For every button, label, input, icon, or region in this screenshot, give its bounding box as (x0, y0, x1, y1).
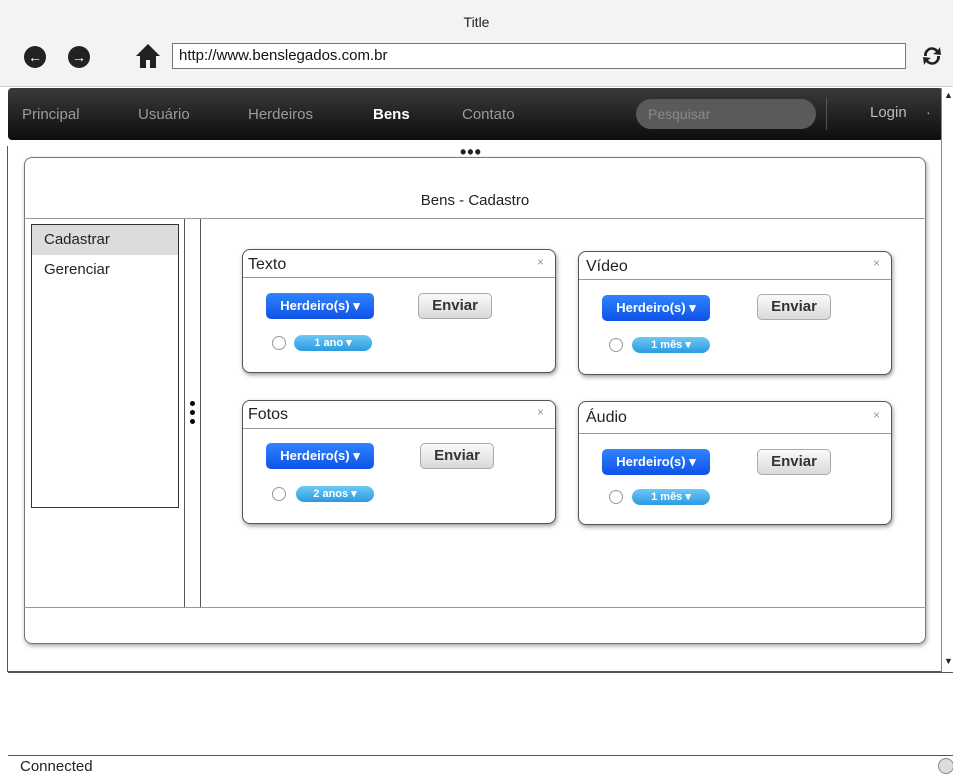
nav-item-bens[interactable]: Bens (373, 106, 410, 123)
clock-icon (272, 336, 286, 350)
send-button[interactable]: Enviar (757, 449, 831, 475)
heirs-dropdown[interactable]: Herdeiro(s) ▾ (602, 449, 710, 475)
card-divider (579, 279, 891, 280)
splitter-right-line (200, 219, 201, 607)
splitter-grip-icon[interactable] (190, 401, 195, 406)
nav-item-usuario[interactable]: Usuário (138, 106, 190, 123)
scroll-down-icon[interactable]: ▼ (944, 656, 953, 666)
card-divider (579, 433, 891, 434)
heirs-dropdown[interactable]: Herdeiro(s) ▾ (602, 295, 710, 321)
heirs-dropdown[interactable]: Herdeiro(s) ▾ (266, 443, 374, 469)
frame-bottom-divider (8, 672, 953, 673)
card-title: Vídeo (586, 258, 628, 275)
period-dropdown[interactable]: 1 mês ▾ (632, 489, 710, 505)
url-input[interactable]: http://www.benslegados.com.br (172, 43, 906, 69)
status-text: Connected (20, 758, 93, 775)
nav-item-herdeiros[interactable]: Herdeiros (248, 106, 313, 123)
card-divider (243, 277, 555, 278)
home-icon[interactable] (134, 42, 162, 70)
send-button[interactable]: Enviar (418, 293, 492, 319)
forward-arrow-icon[interactable]: → (68, 46, 90, 68)
clock-icon (609, 490, 623, 504)
clock-icon (609, 338, 623, 352)
splitter-left-line (184, 219, 185, 607)
nav-item-contato[interactable]: Contato (462, 106, 515, 123)
panel-header-divider (24, 218, 926, 219)
close-icon[interactable]: × (537, 405, 544, 419)
search-input[interactable]: Pesquisar (636, 99, 816, 129)
card-title: Fotos (248, 406, 289, 423)
scroll-up-icon[interactable]: ▲ (944, 90, 953, 100)
nav-divider (826, 98, 827, 130)
sidebar-item-cadastrar[interactable]: Cadastrar (32, 225, 178, 255)
panel-footer-divider (24, 607, 926, 608)
close-icon[interactable]: × (537, 255, 544, 269)
window-title: Title (463, 14, 490, 30)
nav-item-principal[interactable]: Principal (22, 106, 80, 123)
back-arrow-icon[interactable]: ← (24, 46, 46, 68)
close-icon[interactable]: × (873, 408, 880, 422)
close-icon[interactable]: × (873, 256, 880, 270)
scrollbar[interactable]: ▲ ▼ (941, 88, 953, 673)
period-dropdown[interactable]: 2 anos ▾ (296, 486, 374, 502)
refresh-icon[interactable] (918, 42, 946, 70)
period-dropdown[interactable]: 1 mês ▾ (632, 337, 710, 353)
login-chevron-icon[interactable]: · (926, 104, 931, 120)
heirs-dropdown[interactable]: Herdeiro(s) ▾ (266, 293, 374, 319)
period-dropdown[interactable]: 1 ano ▾ (294, 335, 372, 351)
status-bar-divider (8, 755, 953, 756)
splitter-grip-icon[interactable] (190, 410, 195, 415)
send-button[interactable]: Enviar (757, 294, 831, 320)
card-title: Áudio (586, 409, 627, 426)
send-button[interactable]: Enviar (420, 443, 494, 469)
splitter-grip-icon[interactable] (190, 419, 195, 424)
login-link[interactable]: Login (870, 104, 907, 121)
globe-icon (938, 758, 953, 774)
card-title: Texto (248, 256, 287, 273)
card-divider (243, 428, 555, 429)
sidebar-item-gerenciar[interactable]: Gerenciar (32, 255, 178, 285)
page-title: Bens - Cadastro (420, 192, 530, 209)
clock-icon (272, 487, 286, 501)
